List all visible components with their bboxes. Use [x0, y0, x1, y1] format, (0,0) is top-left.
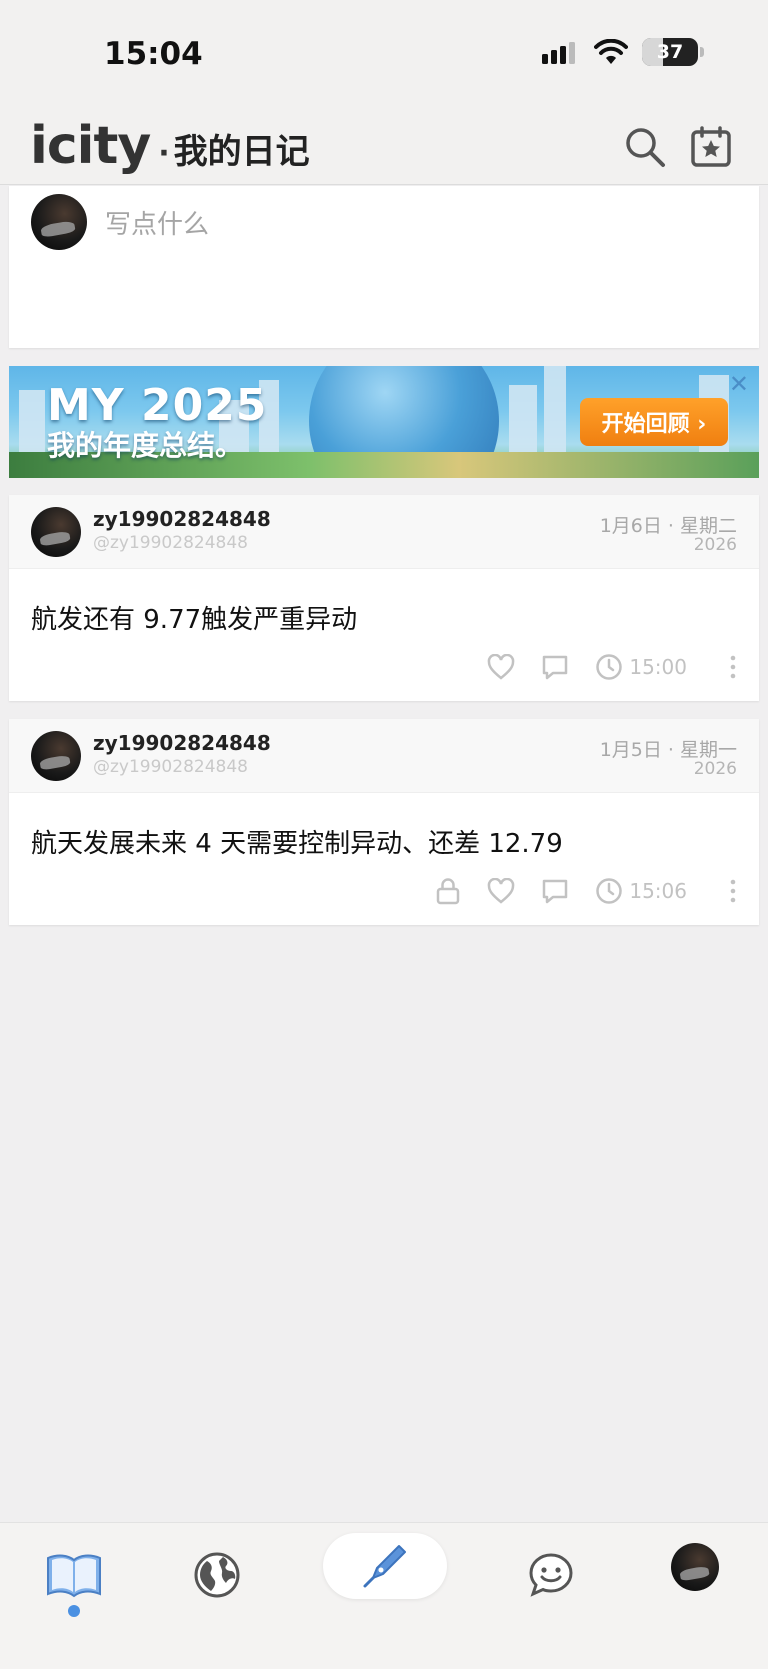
banner-close-icon[interactable]: ✕	[729, 370, 749, 398]
like-button[interactable]	[487, 878, 515, 904]
bottom-tab-bar	[0, 1522, 768, 1669]
post-text: 航天发展未来 4 天需要控制异动、还差 12.79	[31, 829, 563, 859]
clock-icon	[596, 654, 623, 680]
post-date: 1月6日 · 星期二	[599, 515, 737, 537]
page-title: 我的日记	[173, 132, 310, 172]
avatar	[31, 194, 87, 250]
status-time: 15:04	[104, 36, 203, 72]
wifi-icon	[594, 39, 628, 64]
battery-level-text: 37	[656, 41, 684, 63]
brand: icity · 我的日记	[30, 116, 310, 176]
globe-icon	[194, 1552, 240, 1598]
more-button[interactable]	[729, 655, 737, 679]
post-text: 航发还有 9.77触发严重异动	[31, 605, 358, 635]
post-time-text: 15:06	[629, 879, 687, 903]
pen-icon	[363, 1545, 406, 1588]
post-time: 15:00	[595, 653, 687, 681]
post-time: 15:06	[595, 877, 687, 905]
tab-messages[interactable]	[526, 1543, 576, 1607]
tab-diary[interactable]	[42, 1543, 106, 1607]
start-review-button[interactable]: 开始回顾 ›	[580, 398, 728, 446]
clock-icon	[596, 878, 623, 904]
username[interactable]: zy19902824848	[93, 731, 271, 755]
active-tab-indicator	[68, 1605, 80, 1617]
card-header: zy19902824848 @zy19902824848 1月5日 · 星期一 …	[9, 719, 759, 793]
search-icon	[626, 128, 665, 167]
app-header: icity · 我的日记	[0, 110, 768, 185]
composer-input[interactable]: 写点什么	[105, 204, 209, 241]
comment-icon	[543, 655, 568, 680]
chat-icon	[529, 1553, 573, 1597]
more-vertical-icon	[730, 655, 736, 679]
diary-card[interactable]: zy19902824848 @zy19902824848 1月6日 · 星期二 …	[9, 495, 759, 701]
post-date: 1月5日 · 星期一	[599, 739, 737, 761]
comment-button[interactable]	[541, 878, 569, 904]
more-vertical-icon	[730, 879, 736, 903]
tab-profile-avatar[interactable]	[671, 1543, 719, 1591]
heart-icon	[488, 654, 515, 680]
post-time-text: 15:00	[629, 655, 687, 679]
app-logo: icity	[30, 116, 151, 176]
username[interactable]: zy19902824848	[93, 507, 271, 531]
avatar[interactable]	[31, 507, 81, 557]
banner-subtitle: 我的年度总结。	[47, 429, 244, 462]
year-summary-banner[interactable]: MY 2025 我的年度总结。 开始回顾 › ✕	[9, 366, 759, 478]
card-header: zy19902824848 @zy19902824848 1月6日 · 星期二 …	[9, 495, 759, 569]
composer[interactable]: 写点什么	[9, 186, 759, 348]
user-handle: @zy19902824848	[93, 757, 248, 777]
brand-separator: ·	[158, 136, 170, 171]
diary-card[interactable]: zy19902824848 @zy19902824848 1月5日 · 星期一 …	[9, 719, 759, 925]
search-button[interactable]	[622, 124, 668, 170]
comment-icon	[543, 879, 568, 904]
card-actions: 15:00	[487, 653, 737, 681]
comment-button[interactable]	[541, 654, 569, 680]
book-icon	[47, 1554, 101, 1598]
private-lock	[435, 877, 461, 905]
compose-button[interactable]	[323, 1533, 447, 1599]
status-bar: 15:04 37	[0, 0, 768, 110]
post-year: 2026	[693, 759, 737, 779]
tab-discover[interactable]	[192, 1543, 242, 1607]
calendar-star-icon	[691, 126, 731, 167]
like-button[interactable]	[487, 654, 515, 680]
user-handle: @zy19902824848	[93, 533, 248, 553]
heart-icon	[488, 878, 515, 904]
status-icons: 37	[542, 38, 704, 66]
battery-icon: 37	[642, 38, 704, 66]
post-year: 2026	[693, 535, 737, 555]
card-actions: 15:06	[435, 877, 737, 905]
more-button[interactable]	[729, 879, 737, 903]
signal-icon	[542, 42, 575, 64]
lock-icon	[437, 878, 460, 905]
avatar[interactable]	[31, 731, 81, 781]
calendar-button[interactable]	[688, 124, 734, 170]
